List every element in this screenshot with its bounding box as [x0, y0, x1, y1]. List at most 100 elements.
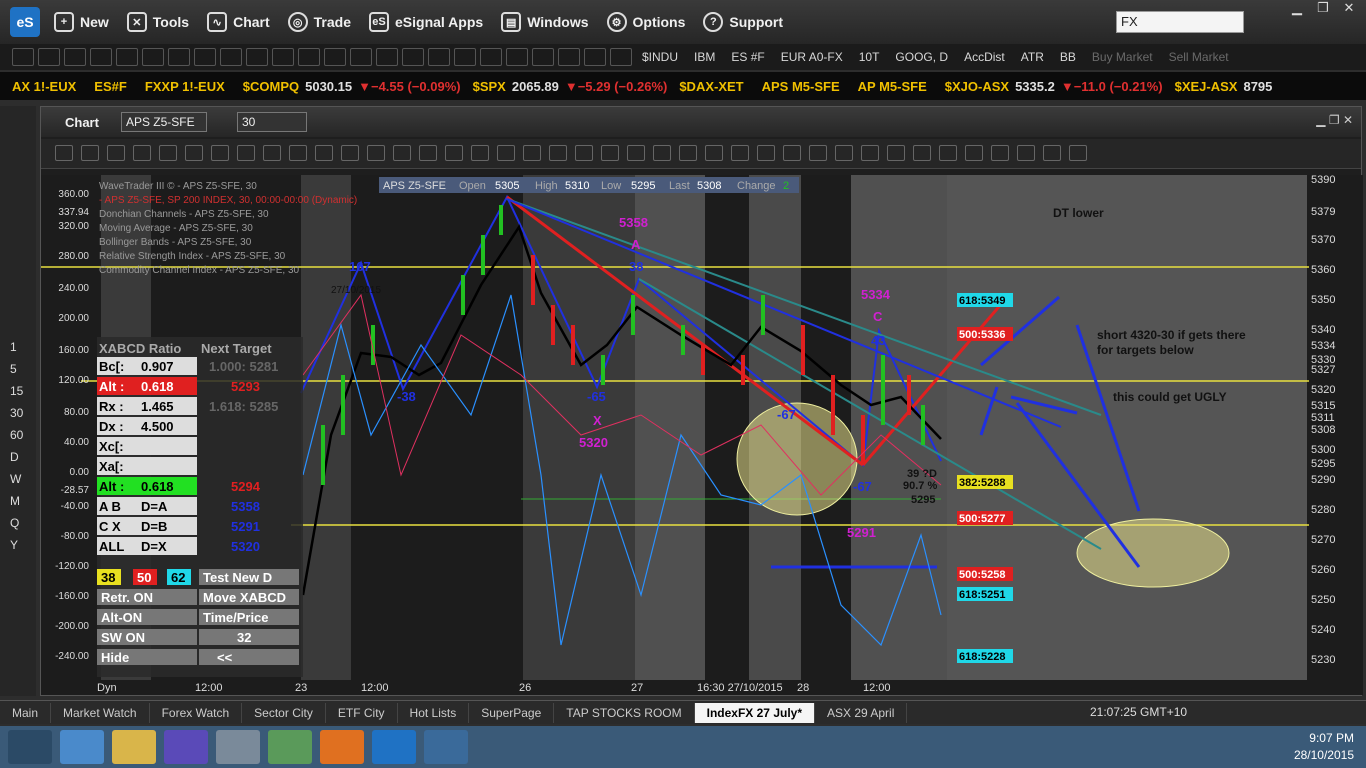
ticker-symbol[interactable]: AX 1!-EUX [12, 79, 76, 94]
drawing-tool-icon[interactable] [601, 145, 619, 161]
drawing-tool-icon[interactable] [393, 145, 411, 161]
drawing-tool-icon[interactable] [159, 145, 177, 161]
toolbar-icon[interactable] [38, 48, 60, 66]
interval-m[interactable]: M [10, 490, 23, 512]
toolbar-icon[interactable] [64, 48, 86, 66]
drawing-tool-icon[interactable] [445, 145, 463, 161]
toolbar-icon[interactable] [168, 48, 190, 66]
chart-symbol-field[interactable]: APS Z5-SFE [120, 112, 207, 132]
toolbar-icon[interactable] [116, 48, 138, 66]
ticker-symbol[interactable]: FXXP 1!-EUX [145, 79, 225, 94]
menu-support[interactable]: ? Support [703, 12, 783, 32]
menu-chart[interactable]: ∿ Chart [207, 12, 270, 32]
symbol-link[interactable]: GOOG, D [895, 50, 948, 64]
drawing-tool-icon[interactable] [471, 145, 489, 161]
toolbar-icon[interactable] [220, 48, 242, 66]
drawing-tool-icon[interactable] [861, 145, 879, 161]
dyn-label[interactable]: Dyn [97, 682, 117, 694]
drawing-tool-icon[interactable] [965, 145, 983, 161]
toolbar-icon[interactable] [558, 48, 580, 66]
menu-trade[interactable]: ◎ Trade [287, 12, 351, 32]
drawing-tool-icon[interactable] [211, 145, 229, 161]
toolbar-icon[interactable] [272, 48, 294, 66]
interval-y[interactable]: Y [10, 534, 23, 556]
symbol-link[interactable]: IBM [694, 50, 715, 64]
study-link[interactable]: BB [1060, 50, 1076, 64]
drawing-tool-icon[interactable] [705, 145, 723, 161]
symbol-link[interactable]: ES #F [731, 50, 764, 64]
ticker-symbol[interactable]: $XEJ-ASX [1175, 79, 1238, 94]
ticker-symbol[interactable]: AP M5-SFE [858, 79, 927, 94]
drawing-tool-icon[interactable] [549, 145, 567, 161]
toolbar-icon[interactable] [350, 48, 372, 66]
toolbar-icon[interactable] [90, 48, 112, 66]
ticker-symbol[interactable]: ES#F [94, 79, 127, 94]
esignal-logo[interactable]: eS [10, 7, 40, 37]
drawing-tool-icon[interactable] [237, 145, 255, 161]
toolbar-icon[interactable] [506, 48, 528, 66]
study-link[interactable]: AccDist [964, 50, 1005, 64]
symbol-link[interactable]: EUR A0-FX [781, 50, 843, 64]
menu-new[interactable]: + New [54, 12, 109, 32]
drawing-tool-icon[interactable] [913, 145, 931, 161]
tab-asx[interactable]: ASX 29 April [815, 702, 908, 723]
symbol-search-input[interactable]: FX [1116, 11, 1244, 33]
close-icon[interactable]: ✕ [1343, 113, 1353, 127]
tab-etf-city[interactable]: ETF City [326, 702, 398, 723]
chart-interval-field[interactable]: 30 [236, 112, 307, 132]
interval-5[interactable]: 5 [10, 358, 23, 380]
drawing-tool-icon[interactable] [419, 145, 437, 161]
drawing-tool-icon[interactable] [757, 145, 775, 161]
drawing-tool-icon[interactable] [341, 145, 359, 161]
taskbar-app[interactable] [164, 730, 208, 764]
drawing-tool-icon[interactable] [133, 145, 151, 161]
toolbar-icon[interactable] [610, 48, 632, 66]
tab-forex-watch[interactable]: Forex Watch [150, 702, 243, 723]
interval-w[interactable]: W [10, 468, 23, 490]
taskbar-app[interactable] [60, 730, 104, 764]
drawing-tool-icon[interactable] [55, 145, 73, 161]
ticker-symbol[interactable]: $SPX [473, 79, 506, 94]
close-icon[interactable]: ✕ [1338, 0, 1360, 16]
ticker-symbol[interactable]: $DAX-XET [679, 79, 743, 94]
drawing-tool-icon[interactable] [81, 145, 99, 161]
toolbar-icon[interactable] [584, 48, 606, 66]
toolbar-icon[interactable] [246, 48, 268, 66]
symbol-link[interactable]: 10T [859, 50, 880, 64]
taskbar-app[interactable] [216, 730, 260, 764]
tray-clock[interactable]: 9:07 PM 28/10/2015 [1294, 730, 1354, 764]
menu-windows[interactable]: ▤ Windows [501, 12, 589, 32]
minimize-icon[interactable]: ▁ [1286, 0, 1308, 16]
drawing-tool-icon[interactable] [783, 145, 801, 161]
minimize-icon[interactable]: ▁ [1316, 113, 1325, 127]
drawing-tool-icon[interactable] [991, 145, 1009, 161]
price-chart[interactable]: 5390 5379 5370 5360 5350 5340 5334 5330 … [41, 175, 1363, 695]
ticker-symbol[interactable]: $XJO-ASX [945, 79, 1009, 94]
drawing-tool-icon[interactable] [887, 145, 905, 161]
tab-market-watch[interactable]: Market Watch [51, 702, 150, 723]
drawing-tool-icon[interactable] [107, 145, 125, 161]
toolbar-icon[interactable] [428, 48, 450, 66]
interval-1[interactable]: 1 [10, 336, 23, 358]
menu-options[interactable]: ⚙ Options [606, 12, 685, 32]
interval-15[interactable]: 15 [10, 380, 23, 402]
drawing-tool-icon[interactable] [315, 145, 333, 161]
toolbar-icon[interactable] [532, 48, 554, 66]
toolbar-icon[interactable] [194, 48, 216, 66]
drawing-tool-icon[interactable] [185, 145, 203, 161]
interval-30[interactable]: 30 [10, 402, 23, 424]
toolbar-icon[interactable] [402, 48, 424, 66]
tab-hot-lists[interactable]: Hot Lists [398, 702, 470, 723]
drawing-tool-icon[interactable] [289, 145, 307, 161]
taskbar-app[interactable] [372, 730, 416, 764]
taskbar-app[interactable] [268, 730, 312, 764]
tab-main[interactable]: Main [0, 702, 52, 723]
menu-tools[interactable]: ✕ Tools [126, 12, 189, 32]
interval-d[interactable]: D [10, 446, 23, 468]
symbol-link[interactable]: $INDU [642, 50, 678, 64]
toolbar-icon[interactable] [298, 48, 320, 66]
sell-market-button[interactable]: Sell Market [1169, 50, 1229, 64]
drawing-tool-icon[interactable] [263, 145, 281, 161]
interval-60[interactable]: 60 [10, 424, 23, 446]
start-button[interactable] [8, 730, 52, 764]
